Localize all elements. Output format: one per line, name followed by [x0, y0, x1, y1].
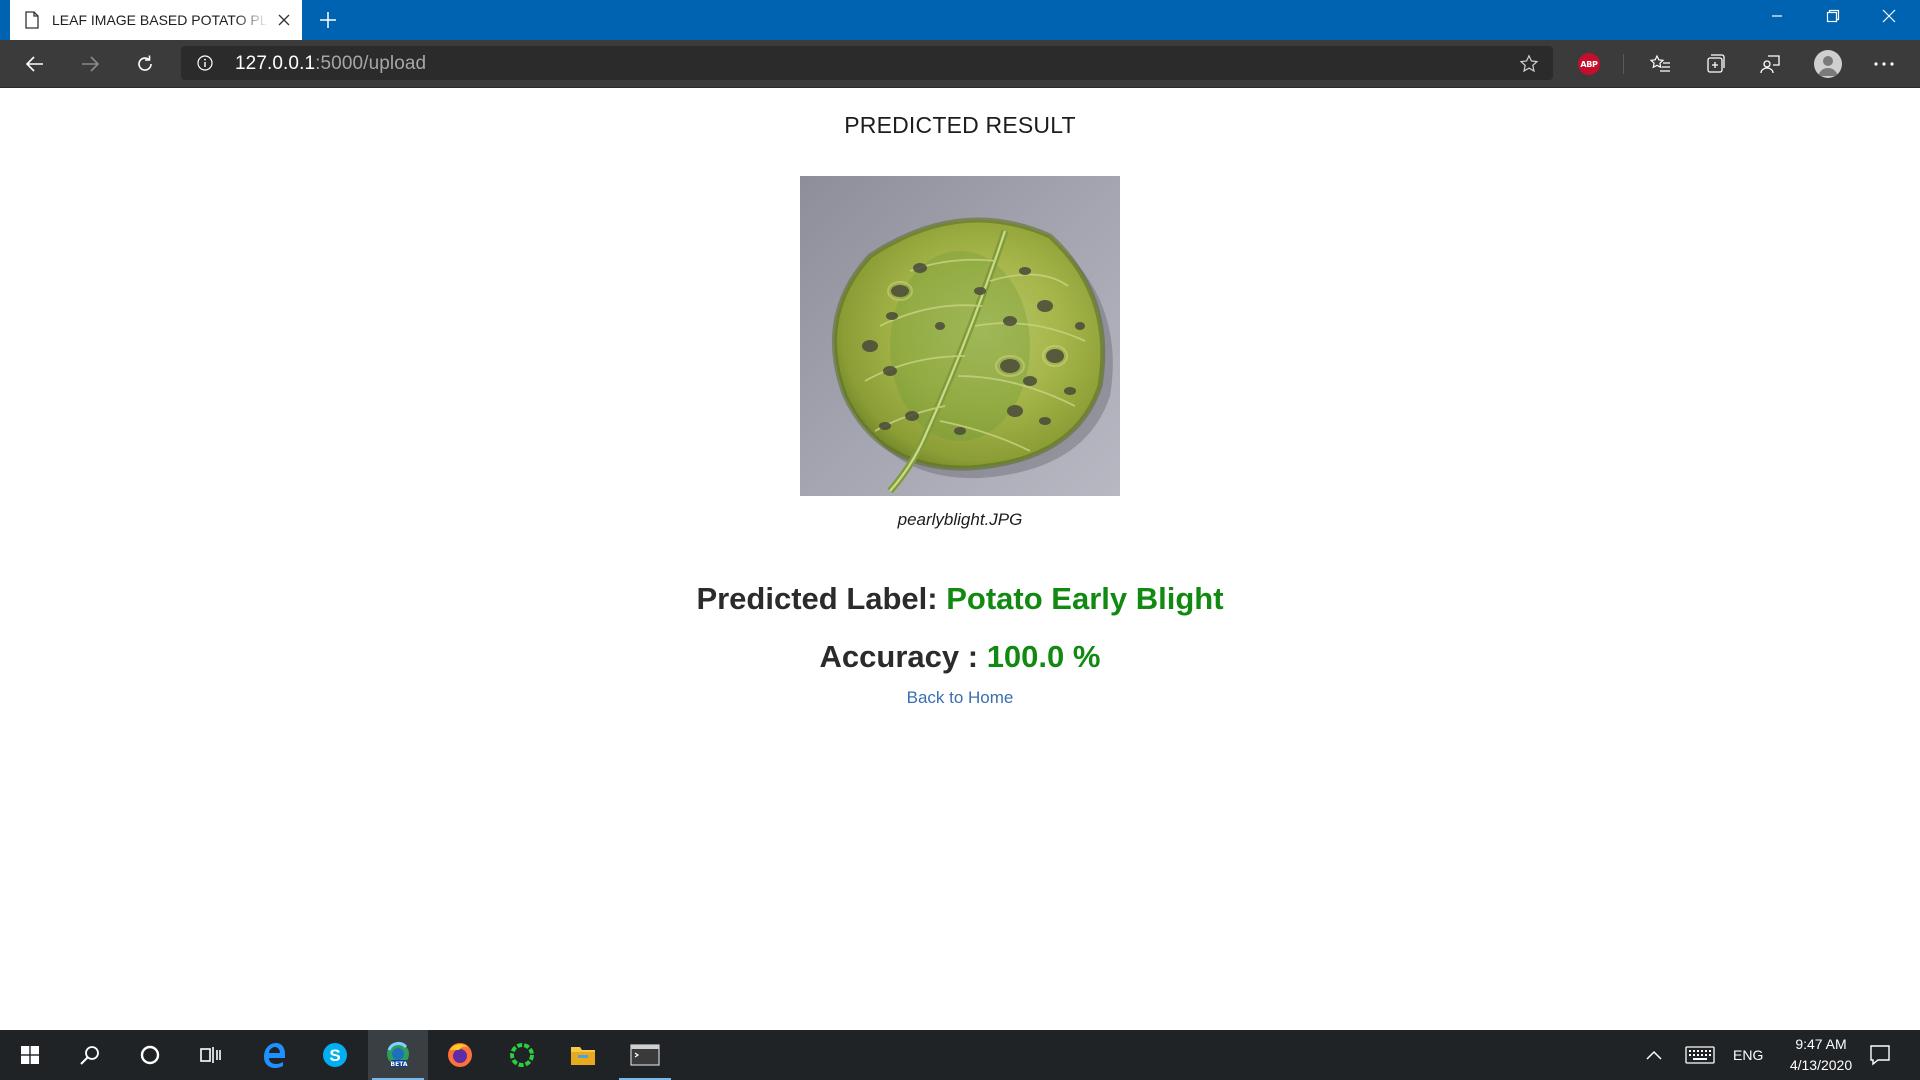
svg-text:BETA: BETA — [391, 1061, 408, 1068]
start-windows-icon[interactable] — [0, 1030, 60, 1080]
predicted-label-value: Potato Early Blight — [946, 581, 1224, 616]
windows-taskbar: S BETA ENG 9:47 AM 4/13/2020 — [0, 1030, 1920, 1080]
page-title: PREDICTED RESULT — [844, 112, 1076, 138]
task-view-icon[interactable] — [180, 1030, 240, 1080]
browser-tab[interactable]: LEAF IMAGE BASED POTATO PLA — [10, 0, 302, 40]
green-ring-app-icon[interactable] — [492, 1030, 552, 1080]
accuracy: Accuracy : 100.0 % — [0, 639, 1920, 675]
edge-legacy-icon[interactable] — [244, 1030, 304, 1080]
minimize-icon[interactable] — [1749, 0, 1805, 32]
back-home-container: Back to Home — [0, 688, 1920, 708]
favorites-list-icon[interactable] — [1642, 48, 1678, 80]
new-tab-icon[interactable] — [316, 8, 340, 32]
browser-toolbar: 127.0.0.1:5000/upload ABP — [0, 40, 1920, 88]
predicted-label: Predicted Label: Potato Early Blight — [0, 581, 1920, 617]
url-path: :5000/upload — [315, 53, 427, 74]
back-to-home-link[interactable]: Back to Home — [907, 688, 1014, 707]
touch-keyboard-icon[interactable] — [1670, 1030, 1730, 1080]
edge-beta-icon[interactable]: BETA — [368, 1030, 428, 1080]
tab-title: LEAF IMAGE BASED POTATO PLA — [52, 12, 268, 28]
skype-icon[interactable]: S — [305, 1030, 365, 1080]
accuracy-prefix: Accuracy : — [819, 639, 987, 674]
browser-titlebar: LEAF IMAGE BASED POTATO PLA — [0, 0, 1920, 40]
url-host: 127.0.0.1 — [235, 53, 316, 74]
avatar — [1814, 50, 1842, 78]
close-window-icon[interactable] — [1861, 0, 1917, 32]
uploaded-leaf-image — [800, 176, 1120, 496]
feedback-icon[interactable] — [1752, 48, 1788, 80]
more-options-icon[interactable] — [1866, 48, 1902, 80]
accuracy-value: 100.0 % — [986, 639, 1101, 674]
page-icon — [24, 11, 40, 29]
restore-icon[interactable] — [1805, 0, 1861, 32]
firefox-icon[interactable] — [430, 1030, 490, 1080]
terminal-icon[interactable] — [615, 1030, 675, 1080]
forward-arrow-icon[interactable] — [72, 48, 108, 80]
refresh-icon[interactable] — [127, 48, 163, 80]
predicted-label-prefix: Predicted Label: — [696, 581, 947, 616]
toolbar-divider — [1623, 54, 1624, 74]
info-icon[interactable] — [197, 55, 213, 71]
action-center-icon[interactable] — [1850, 1030, 1910, 1080]
address-bar[interactable]: 127.0.0.1:5000/upload — [181, 46, 1553, 80]
file-explorer-icon[interactable] — [553, 1030, 613, 1080]
web-page: PREDICTED RESULT pearlyblight.JPG Predic… — [0, 88, 1920, 1030]
search-icon[interactable] — [60, 1030, 120, 1080]
url-text[interactable]: 127.0.0.1:5000/upload — [235, 53, 426, 75]
favorite-star-icon[interactable] — [1519, 54, 1539, 74]
abp-badge: ABP — [1578, 53, 1600, 75]
svg-text:S: S — [329, 1046, 340, 1065]
profile-avatar-icon[interactable] — [1810, 48, 1846, 80]
collections-icon[interactable] — [1697, 48, 1733, 80]
back-arrow-icon[interactable] — [17, 48, 53, 80]
close-tab-icon[interactable] — [276, 12, 292, 28]
input-language[interactable]: ENG — [1733, 1047, 1763, 1063]
cortana-icon[interactable] — [120, 1030, 180, 1080]
adblock-extension-icon[interactable]: ABP — [1571, 48, 1607, 80]
image-filename-caption: pearlyblight.JPG — [897, 510, 1023, 529]
